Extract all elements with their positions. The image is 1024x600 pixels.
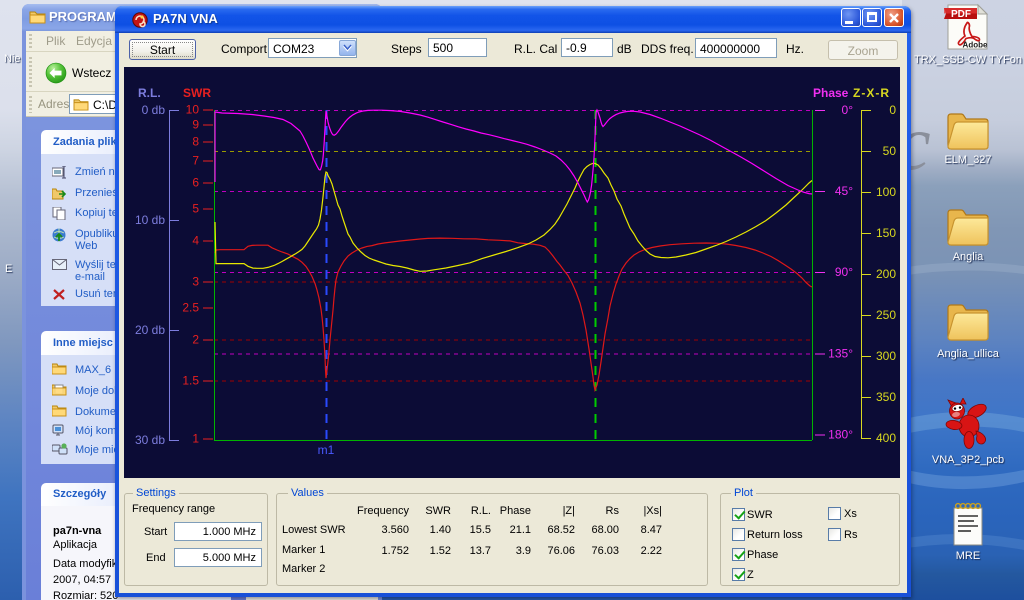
svg-text:4: 4 [192,234,199,248]
svg-text:m1: m1 [318,443,335,457]
svg-text:150: 150 [876,226,896,240]
svg-text:3: 3 [192,275,199,289]
svg-text:200: 200 [876,267,896,281]
svg-text:1.5: 1.5 [182,374,199,388]
svg-text:0 db: 0 db [142,103,166,117]
svg-text:10 db: 10 db [135,213,165,227]
svg-text:PDF: PDF [951,9,971,20]
svg-text:SWR: SWR [183,86,211,100]
svg-text:2.5: 2.5 [182,301,199,315]
svg-text:10: 10 [186,103,200,117]
svg-text:Adobe: Adobe [963,41,988,50]
svg-text:Phase: Phase [813,86,849,100]
svg-text:20 db: 20 db [135,323,165,337]
svg-text:180°: 180° [828,427,853,441]
svg-text:100: 100 [876,185,896,199]
svg-text:90°: 90° [835,265,853,279]
svg-text:300: 300 [876,349,896,363]
svg-text:8: 8 [192,135,199,149]
svg-text:9: 9 [192,118,199,132]
svg-text:250: 250 [876,308,896,322]
svg-text:5: 5 [192,202,199,216]
svg-text:1: 1 [192,432,199,446]
svg-text:R.L.: R.L. [138,86,161,100]
svg-text:30 db: 30 db [135,433,165,447]
svg-text:400: 400 [876,431,896,445]
svg-text:45°: 45° [835,184,853,198]
svg-text:350: 350 [876,390,896,404]
svg-text:135°: 135° [828,346,853,360]
svg-text:7: 7 [192,154,199,168]
svg-text:2: 2 [192,333,199,347]
svg-text:6: 6 [192,176,199,190]
svg-text:0: 0 [889,103,896,117]
svg-text:Z-X-R: Z-X-R [853,86,890,100]
svg-text:0°: 0° [842,103,854,117]
svg-text:50: 50 [883,144,897,158]
